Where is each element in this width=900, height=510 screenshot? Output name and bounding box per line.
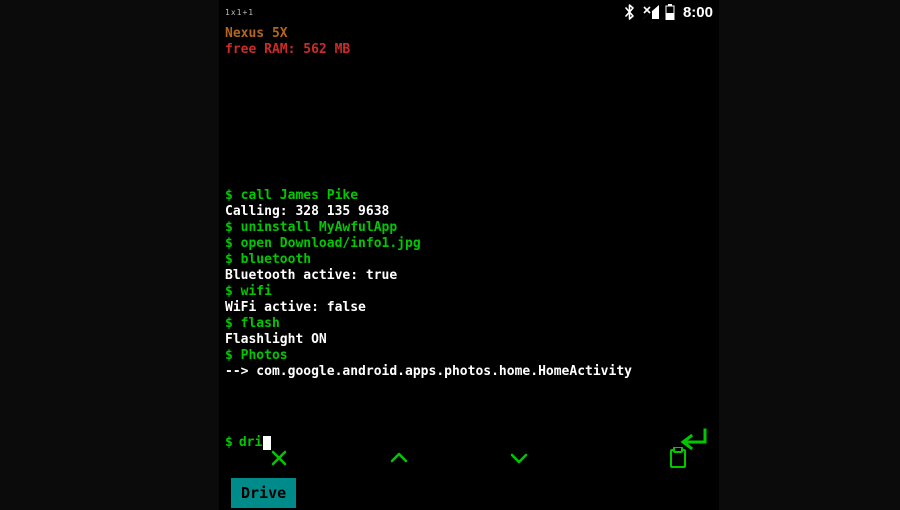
carrier-indicator: 1x1+1 [225,8,254,17]
phone-frame: 1x1+1 [219,0,719,510]
autocomplete-suggestion[interactable]: Drive [231,478,296,508]
terminal-output-line: --> com.google.android.apps.photos.home.… [225,364,713,380]
terminal-command-line: $ bluetooth [225,252,713,268]
terminal-output-line: WiFi active: false [225,300,713,316]
cell-signal-icon [643,5,659,19]
terminal-command-line: $ open Download/info1.jpg [225,236,713,252]
free-ram-value: 562 MB [303,42,350,57]
free-ram-label: free RAM: [225,42,295,57]
terminal-toolbar [219,444,719,472]
bluetooth-icon [623,4,637,20]
battery-icon [665,4,675,20]
terminal-command-line: $ call James Pike [225,188,713,204]
terminal-output-line: Flashlight ON [225,332,713,348]
terminal-output-line: Calling: 328 135 9638 [225,204,713,220]
android-status-bar: 1x1+1 [219,0,719,24]
history-down-button[interactable] [459,449,579,467]
history-up-button[interactable] [339,449,459,467]
terminal-log[interactable]: $ call James PikeCalling: 328 135 9638$ … [219,188,719,380]
free-ram-line: free RAM: 562 MB [225,42,713,58]
terminal-command-line: $ uninstall MyAwfulApp [225,220,713,236]
terminal-header: Nexus 5X free RAM: 562 MB [219,24,719,58]
terminal-command-line: $ wifi [225,284,713,300]
terminal-output-line: Bluetooth active: true [225,268,713,284]
terminal-command-line: $ Photos [225,348,713,364]
status-clock: 8:00 [683,4,713,21]
close-button[interactable] [219,449,339,467]
clipboard-button[interactable] [669,447,687,469]
device-name: Nexus 5X [225,26,713,42]
terminal-command-line: $ flash [225,316,713,332]
